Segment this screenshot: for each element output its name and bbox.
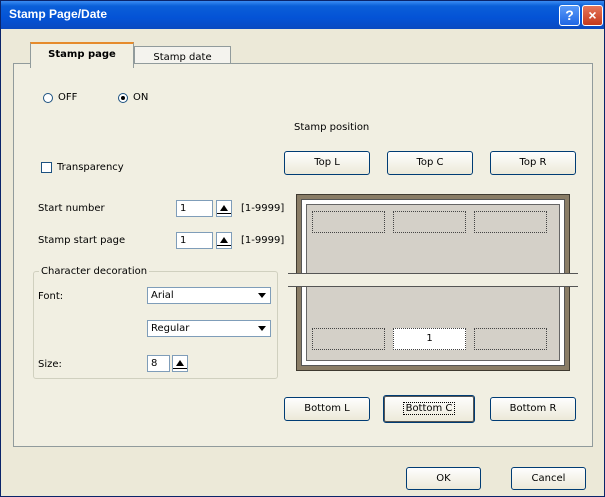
stamp-start-page-label: Stamp start page (38, 235, 126, 246)
cancel-button[interactable]: Cancel (511, 467, 586, 490)
size-label: Size: (38, 359, 62, 370)
preview-slot-top-right (474, 211, 547, 233)
start-number-range: [1-9999] (241, 203, 285, 214)
font-style-select-value: Regular (151, 323, 190, 334)
bottom-right-button[interactable]: Bottom R (490, 397, 576, 421)
preview-slot-bottom-right (474, 328, 547, 350)
cancel-button-label: Cancel (531, 473, 566, 484)
top-right-button[interactable]: Top R (490, 151, 576, 175)
transparency-label: Transparency (57, 162, 124, 173)
window-title: Stamp Page/Date (9, 7, 108, 21)
stamp-position-label: Stamp position (294, 122, 370, 133)
stamp-start-page-input[interactable]: 1 (176, 232, 213, 249)
bottom-left-button-label: Bottom L (304, 403, 350, 414)
top-right-button-label: Top R (519, 157, 547, 168)
stamp-start-page-range: [1-9999] (241, 235, 285, 246)
stamp-start-page-spinner[interactable] (216, 232, 232, 249)
ok-button-label: OK (436, 473, 451, 484)
size-input[interactable]: 8 (147, 355, 170, 372)
font-select[interactable]: Arial (147, 287, 271, 304)
preview-slot-top-left (312, 211, 385, 233)
transparency-checkbox[interactable] (41, 162, 52, 173)
start-number-label: Start number (38, 203, 105, 214)
chevron-down-icon[interactable] (255, 288, 270, 303)
font-style-select[interactable]: Regular (147, 320, 271, 337)
off-radio[interactable] (43, 93, 53, 103)
preview-slot-bottom-center: 1 (393, 328, 466, 350)
chevron-down-icon[interactable] (255, 321, 270, 336)
size-spinner[interactable] (172, 355, 188, 372)
character-decoration-title: Character decoration (39, 266, 150, 277)
top-left-button[interactable]: Top L (284, 151, 370, 175)
top-center-button-label: Top C (416, 157, 444, 168)
on-radio[interactable] (118, 93, 128, 103)
bottom-right-button-label: Bottom R (509, 403, 557, 414)
off-radio-label: OFF (58, 92, 78, 103)
close-button[interactable]: × (582, 5, 603, 26)
font-select-value: Arial (151, 290, 174, 301)
help-button[interactable]: ? (559, 5, 580, 26)
top-left-button-label: Top L (314, 157, 340, 168)
on-radio-label: ON (133, 92, 149, 103)
font-label: Font: (38, 291, 64, 302)
ok-button[interactable]: OK (406, 467, 481, 490)
title-bar[interactable]: Stamp Page/Date ? × (1, 1, 604, 29)
preview-slot-bottom-left (312, 328, 385, 350)
start-number-spinner[interactable] (216, 200, 232, 217)
bottom-center-button[interactable]: Bottom C (383, 395, 475, 423)
top-center-button[interactable]: Top C (387, 151, 473, 175)
preview-slot-top-center (393, 211, 466, 233)
bottom-left-button[interactable]: Bottom L (284, 397, 370, 421)
tab-stamp-page[interactable]: Stamp page (30, 42, 134, 68)
bottom-center-button-label: Bottom C (402, 402, 456, 415)
start-number-input[interactable]: 1 (176, 200, 213, 217)
page-break-indicator (288, 273, 578, 287)
stamp-page-date-dialog: Stamp Page/Date ? × Stamp date Stamp pag… (0, 0, 605, 497)
